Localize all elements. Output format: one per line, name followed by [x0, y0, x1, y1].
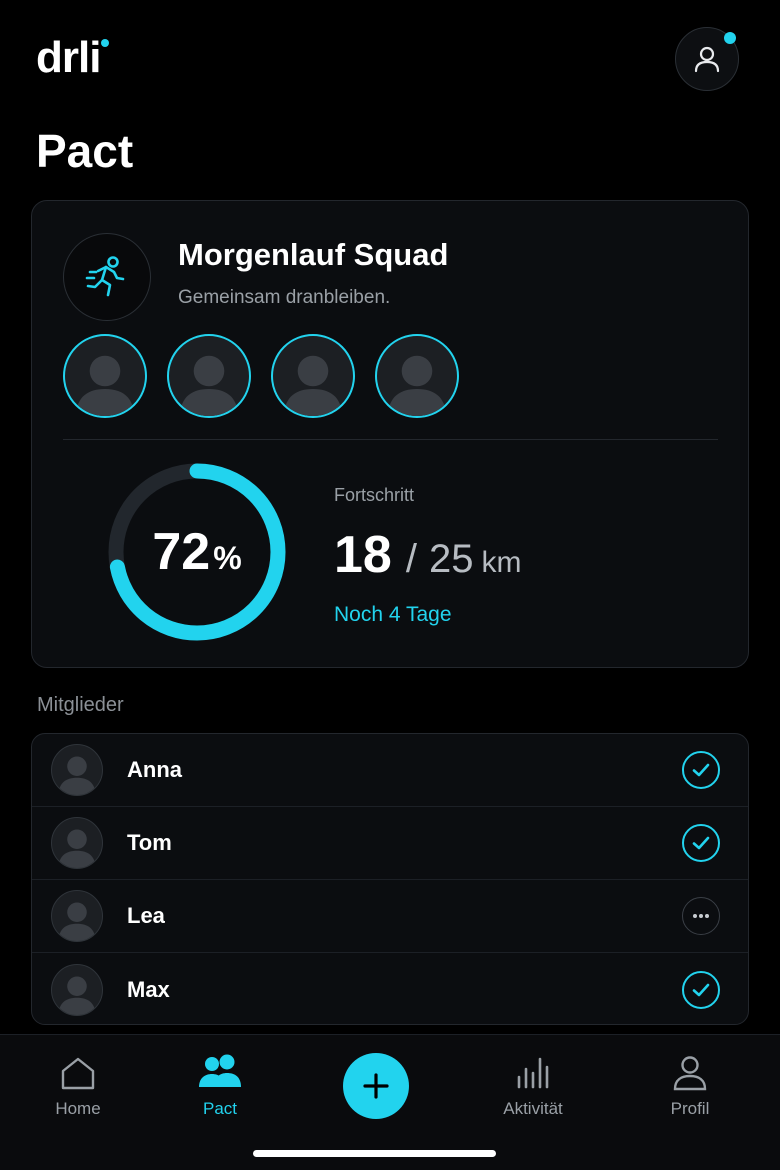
tab-pact[interactable]: Pact	[165, 1053, 275, 1123]
person-silhouette-icon	[58, 902, 96, 941]
person-silhouette-icon	[58, 829, 96, 868]
member-row-avatar	[51, 744, 103, 796]
squad-icon-container	[63, 233, 151, 321]
person-silhouette-icon	[180, 355, 238, 416]
member-avatars	[63, 334, 459, 418]
pact-name: Morgenlauf Squad	[178, 237, 449, 272]
person-silhouette-icon	[58, 756, 96, 795]
progress-ring: 72%	[104, 459, 290, 645]
progress-label: Fortschritt	[334, 485, 415, 505]
bar-chart-icon	[517, 1057, 549, 1089]
member-avatar[interactable]	[271, 334, 355, 418]
member-row-avatar	[51, 817, 103, 869]
tab-home[interactable]: Home	[23, 1053, 133, 1123]
home-indicator	[253, 1150, 496, 1157]
app-logo: drli	[36, 33, 101, 82]
progress-separator: /	[405, 537, 417, 581]
member-row-avatar	[51, 963, 103, 1016]
tab-activity[interactable]: Aktivität	[478, 1053, 588, 1123]
member-row[interactable]: Anna	[32, 734, 748, 807]
more-dots-icon[interactable]	[682, 897, 720, 935]
check-icon[interactable]	[682, 751, 720, 789]
add-button[interactable]	[343, 1053, 409, 1119]
tab-profile[interactable]: Profil	[635, 1053, 745, 1123]
person-silhouette-icon	[284, 355, 342, 416]
members-list: Anna Tom Lea Max	[31, 733, 749, 1025]
pact-subtitle: Gemeinsam dranbleiben.	[178, 287, 391, 308]
progress-values: 18 / 25 km	[334, 525, 521, 585]
tab-activity-label: Aktivität	[503, 1099, 563, 1118]
home-icon	[61, 1057, 95, 1090]
member-avatar[interactable]	[375, 334, 459, 418]
member-avatar[interactable]	[63, 334, 147, 418]
remaining-days: Noch 4 Tage	[334, 603, 452, 626]
group-icon	[199, 1054, 241, 1087]
tab-profile-label: Profil	[670, 1099, 710, 1118]
person-silhouette-icon	[388, 355, 446, 416]
member-name: Max	[127, 976, 170, 1002]
progress-percent-value: 72	[152, 523, 211, 581]
check-icon[interactable]	[682, 824, 720, 862]
card-divider	[63, 439, 718, 440]
tab-home-label: Home	[55, 1099, 101, 1118]
progress-target: 25	[428, 537, 474, 581]
member-name: Anna	[127, 757, 182, 782]
member-row[interactable]: Lea	[32, 880, 748, 953]
page-title: Pact	[36, 125, 134, 177]
screen: drli Pact Morgenlauf Squad Gemeinsam dra…	[0, 0, 780, 1170]
progress-current: 18	[334, 526, 392, 584]
notification-dot	[724, 32, 736, 44]
member-name: Lea	[127, 903, 165, 928]
members-section-label: Mitglieder	[37, 694, 124, 716]
user-icon	[673, 1056, 707, 1091]
progress-unit: km	[481, 546, 522, 579]
progress-percent: 72%	[104, 459, 290, 645]
progress-percent-sign: %	[213, 539, 242, 576]
member-row[interactable]: Tom	[32, 807, 748, 880]
running-icon	[85, 256, 125, 297]
plus-icon	[363, 1073, 389, 1099]
logo-dot	[101, 39, 109, 47]
check-icon[interactable]	[682, 970, 720, 1009]
person-silhouette-icon	[76, 355, 134, 416]
person-silhouette-icon	[58, 975, 96, 1015]
tab-pact-label: Pact	[202, 1099, 238, 1118]
pact-card[interactable]: Morgenlauf Squad Gemeinsam dranbleiben. …	[31, 200, 749, 668]
member-row-avatar	[51, 890, 103, 942]
member-name: Tom	[127, 830, 172, 855]
member-row[interactable]: Max	[32, 953, 748, 1024]
member-avatar[interactable]	[167, 334, 251, 418]
user-icon	[694, 46, 720, 73]
